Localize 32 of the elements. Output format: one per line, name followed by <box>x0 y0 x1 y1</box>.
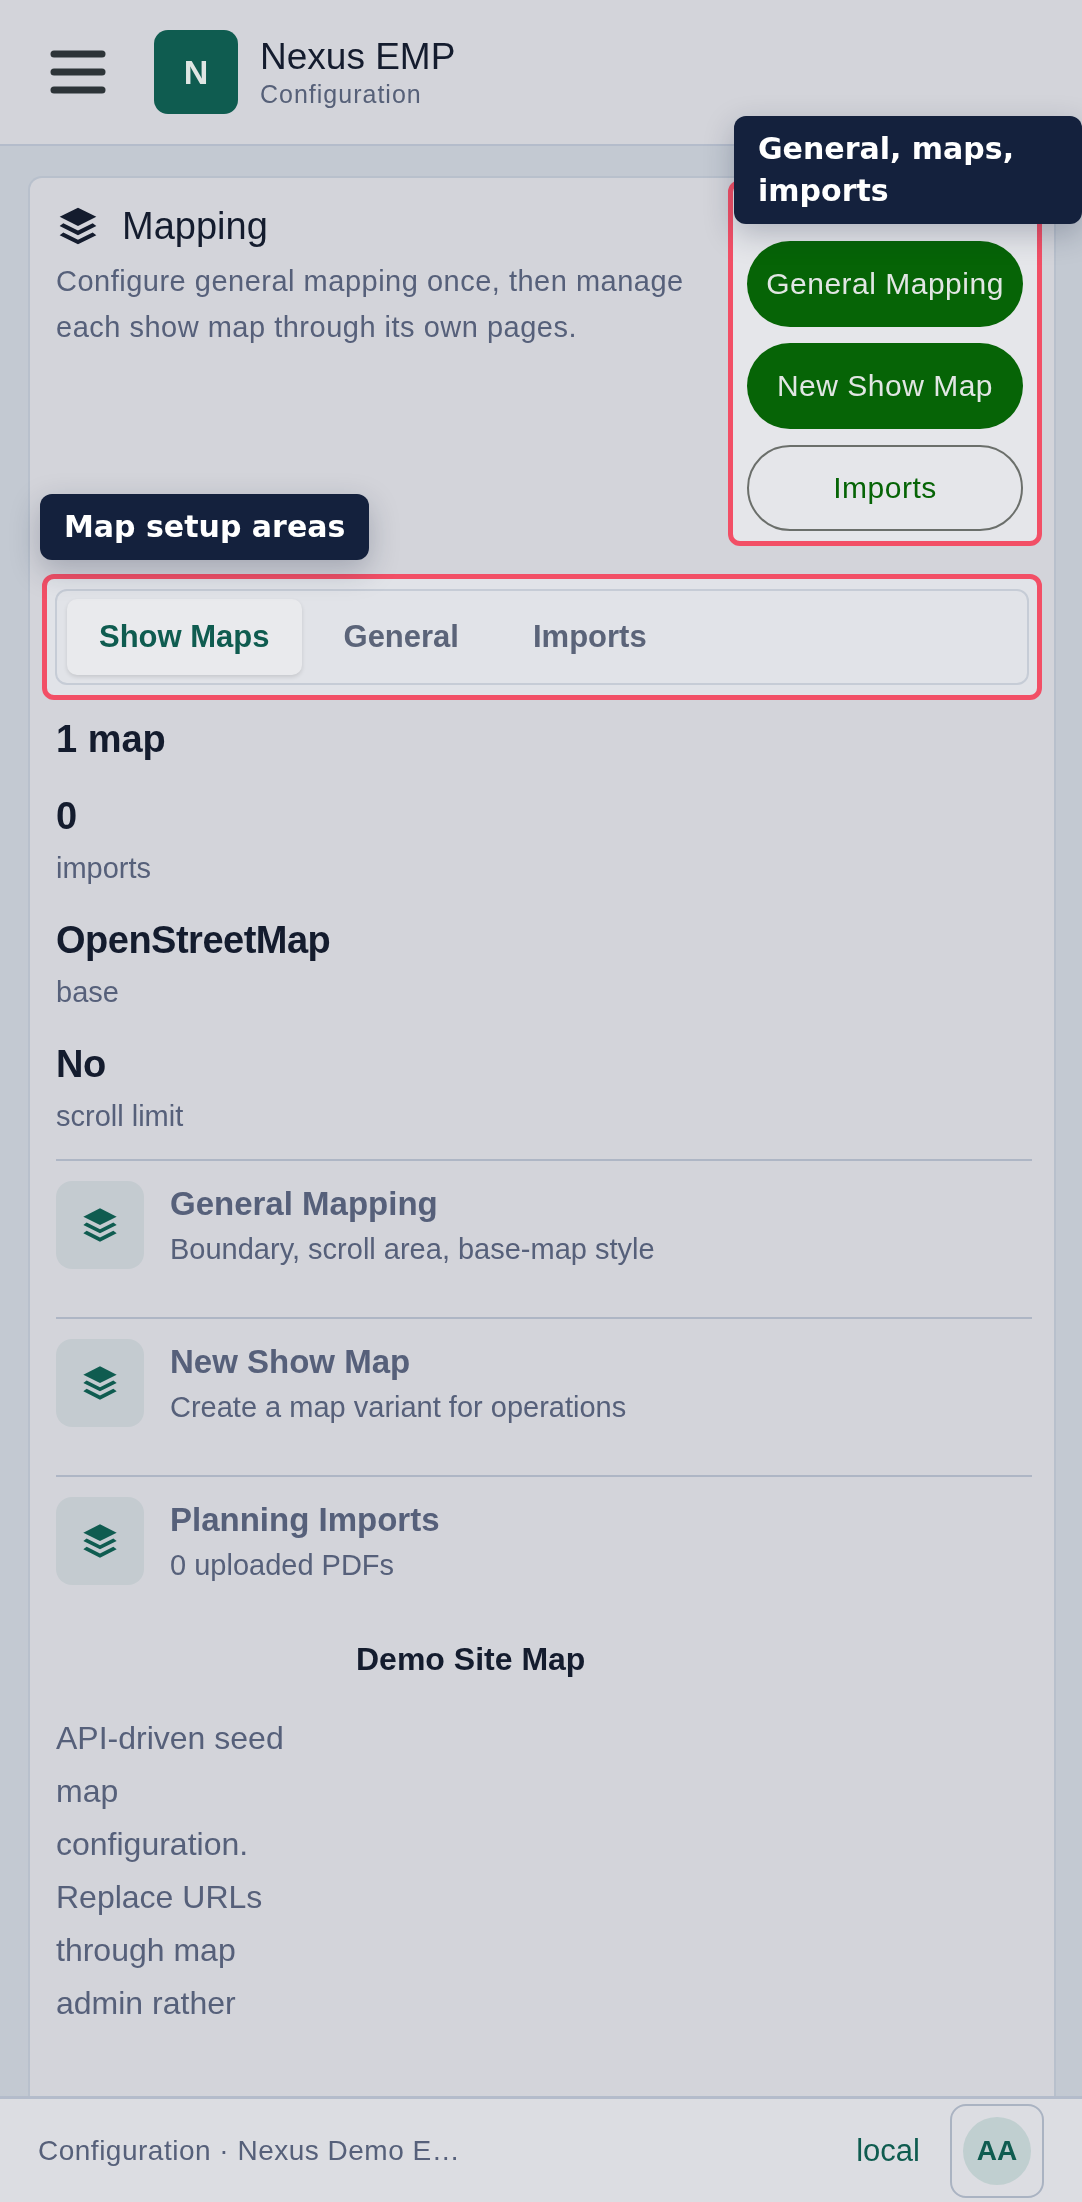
map-title: Demo Site Map <box>356 1641 587 1678</box>
map-count: 1 map <box>56 718 167 761</box>
stat-label: base <box>56 976 120 1009</box>
stat-value: OpenStreetMap <box>56 919 332 962</box>
stat-value: No <box>56 1043 107 1086</box>
link-title[interactable]: Planning Imports <box>170 1500 440 1539</box>
link-subtitle: Create a map variant for operations <box>170 1390 627 1424</box>
stat-label: scroll limit <box>56 1100 185 1133</box>
environment-label: local <box>856 2132 920 2169</box>
stat-value: 0 <box>56 795 78 838</box>
footer-context: Configuration · Nexus Demo E… <box>38 2134 462 2167</box>
menu-icon[interactable] <box>50 49 106 95</box>
app-subtitle: Configuration <box>260 79 423 109</box>
action-button[interactable]: General Mapping <box>747 241 1023 327</box>
link-subtitle: 0 uploaded PDFs <box>170 1548 396 1582</box>
tab[interactable]: Imports <box>500 599 679 675</box>
link-title[interactable]: New Show Map <box>170 1342 627 1381</box>
section-description: Configure general mapping once, then manage each show map through its own pages. <box>56 264 685 345</box>
app-title: Nexus EMP <box>260 35 456 78</box>
action-button[interactable]: New Show Map <box>747 343 1023 429</box>
section-title: Mapping <box>122 204 268 248</box>
avatar-button[interactable]: AA <box>950 2103 1044 2198</box>
action-button[interactable]: Imports <box>747 445 1023 531</box>
link-title[interactable]: General Mapping <box>170 1184 655 1223</box>
tooltip: General, maps, imports <box>734 116 1082 224</box>
stat-label: imports <box>56 852 153 885</box>
link-subtitle: Boundary, scroll area, base-map style <box>170 1232 655 1266</box>
tab[interactable]: General <box>311 599 491 675</box>
app-logo: N <box>154 30 238 114</box>
tab[interactable]: Show Maps <box>67 599 302 675</box>
tooltip: Map setup areas <box>40 494 370 560</box>
map-description: API-driven seed map configuration. Replace URLs through map admin rather <box>56 1719 285 2023</box>
